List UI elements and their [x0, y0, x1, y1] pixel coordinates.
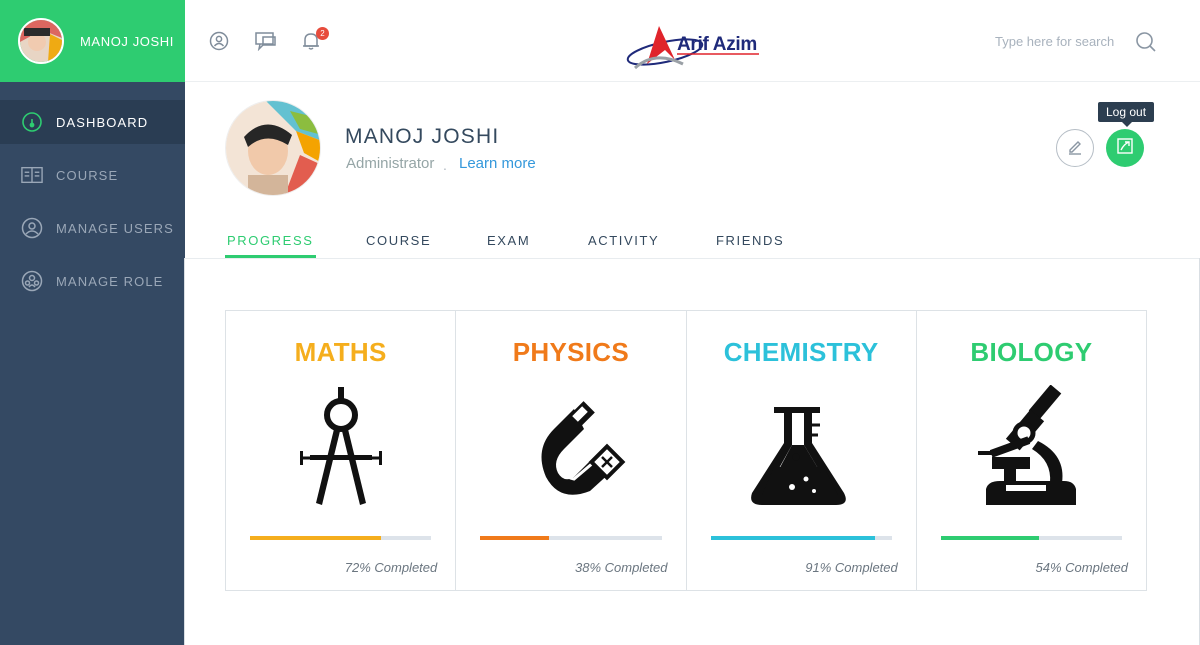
notification-badge: 2 [316, 27, 329, 40]
tab-exam[interactable]: EXAM [487, 233, 530, 248]
role-icon [21, 270, 43, 292]
subject-card-chemistry[interactable]: CHEMISTRY 91% Completed [687, 311, 917, 590]
sidebar-item-course[interactable]: COURSE [0, 153, 185, 197]
sidebar-item-manage-role[interactable]: MANAGE ROLE [0, 259, 185, 303]
dashboard-gauge-icon [21, 111, 43, 133]
progress-bar-fill [940, 536, 1039, 540]
chat-icon[interactable] [255, 31, 276, 52]
sidebar-item-label: MANAGE ROLE [56, 273, 164, 289]
bell-icon[interactable]: 2 [301, 27, 329, 51]
profile-avatar[interactable] [225, 100, 321, 196]
subject-card-maths[interactable]: MATHS 72% Completed [226, 311, 457, 590]
subject-card-biology[interactable]: BIOLOGY 54% Completed [917, 311, 1146, 590]
progress-bar [480, 536, 662, 540]
search-input[interactable]: Type here for search [995, 34, 1114, 49]
progress-bar-fill [480, 536, 550, 540]
logout-icon [1116, 137, 1134, 160]
tab-activity[interactable]: ACTIVITY [588, 233, 659, 248]
completion-status: 72% Completed [344, 560, 438, 575]
book-icon [21, 164, 43, 186]
user-icon[interactable] [209, 31, 229, 51]
logout-tooltip: Log out [1098, 102, 1155, 127]
subject-title: CHEMISTRY [723, 337, 879, 367]
progress-bar [710, 536, 892, 540]
sidebar-item-label: COURSE [56, 167, 119, 183]
tab-progress[interactable]: PROGRESS [227, 233, 313, 248]
subject-title: BIOLOGY [970, 337, 1093, 367]
logo-text: Arif Azim [677, 34, 757, 55]
edit-pencil-icon [1066, 137, 1084, 160]
profile-name: MANOJ JOSHI [345, 125, 500, 148]
completion-status: 38% Completed [575, 560, 668, 575]
app: MANOJ JOSHI DASHBOARD COURSE MANAGE USER… [0, 0, 1200, 645]
tab-friends[interactable]: FRIENDS [716, 233, 784, 248]
sidebar-item-label: MANAGE USERS [56, 220, 174, 236]
subject-title: PHYSICS [512, 337, 629, 367]
progress-bar [250, 536, 432, 540]
progress-bar [940, 536, 1122, 540]
profile-tabs: PROGRESS COURSE EXAM ACTIVITY FRIENDS [185, 222, 1200, 259]
sidebar-item-label: DASHBOARD [56, 114, 149, 130]
search-icon[interactable] [1135, 31, 1157, 53]
sidebar-item-dashboard[interactable]: DASHBOARD [0, 100, 185, 144]
subject-title: MATHS [294, 337, 387, 367]
sidebar-user[interactable]: MANOJ JOSHI [0, 0, 185, 82]
magnet-icon [516, 385, 626, 509]
sidebar: MANOJ JOSHI DASHBOARD COURSE MANAGE USER… [0, 0, 185, 645]
sidebar-item-manage-users[interactable]: MANAGE USERS [0, 206, 185, 250]
completion-status: 91% Completed [805, 560, 898, 575]
profile-role: Administrator [346, 155, 435, 172]
brand-logo[interactable]: Arif Azim [625, 20, 760, 74]
subject-card-physics[interactable]: PHYSICS 38% Completed [456, 311, 687, 590]
flask-icon [746, 385, 856, 509]
edit-profile-button[interactable] [1056, 129, 1094, 167]
logout-button[interactable] [1106, 129, 1144, 167]
progress-bar-fill [710, 536, 876, 540]
tab-course[interactable]: COURSE [366, 233, 431, 248]
completion-status: 54% Completed [1035, 560, 1129, 575]
subject-cards: MATHS 72% Completed PHYSICS 38% Complete… [225, 310, 1147, 591]
top-bar: 2 Arif Azim Type here for search [185, 0, 1200, 82]
avatar[interactable] [18, 18, 64, 64]
progress-bar-fill [250, 536, 381, 540]
learn-more-link[interactable]: Learn more [459, 155, 536, 172]
separator-dot: . [443, 157, 447, 173]
microscope-icon [976, 384, 1086, 509]
users-icon [21, 217, 43, 239]
sidebar-user-name: MANOJ JOSHI [80, 33, 174, 49]
compass-icon [286, 385, 396, 509]
